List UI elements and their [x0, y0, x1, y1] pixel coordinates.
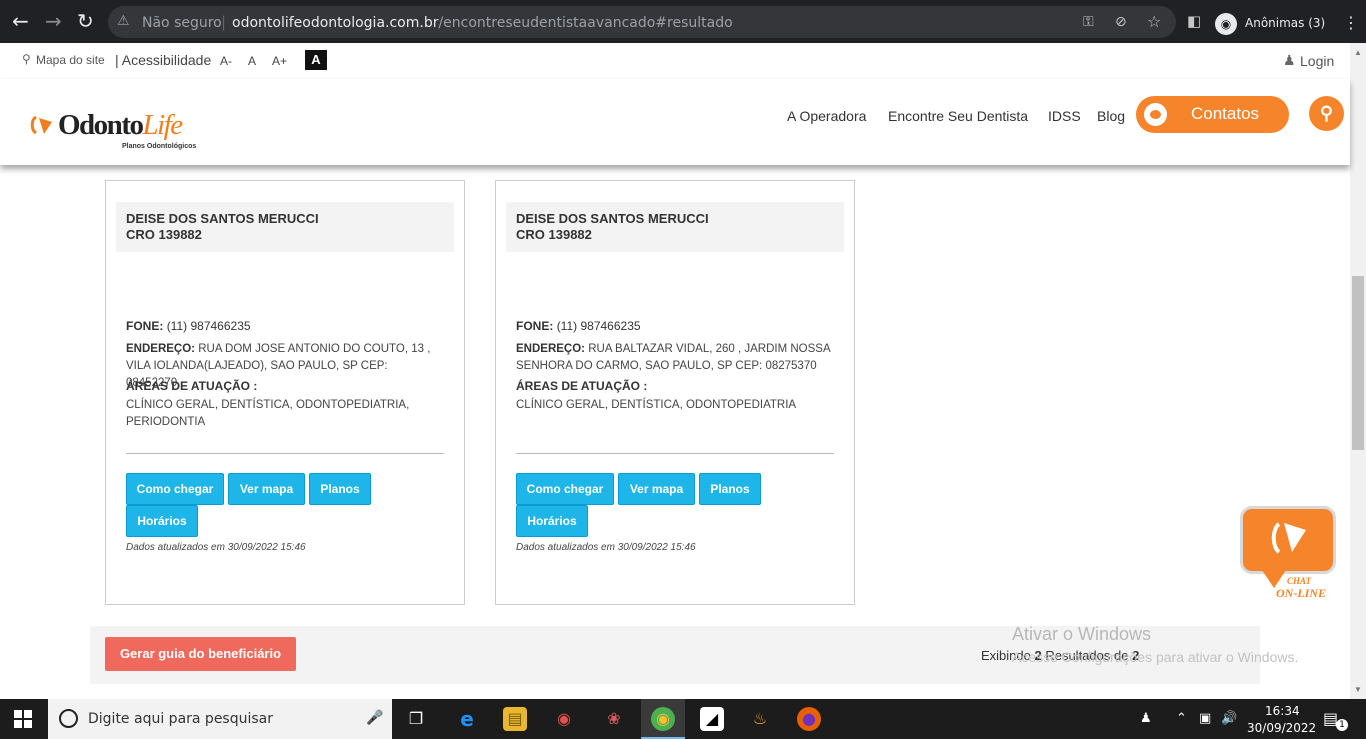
- como-chegar-button[interactable]: Como chegar: [516, 473, 614, 505]
- sitemap-link[interactable]: Mapa do site: [36, 53, 105, 67]
- areas-title: ÁREAS DE ATUAÇÃO :: [126, 379, 258, 393]
- logo-tagline: Planos Odontológicos: [122, 143, 197, 150]
- dentist-name: DEISE DOS SANTOS MERUCCI: [516, 211, 709, 226]
- contatos-label: Contatos: [1191, 104, 1260, 123]
- dentist-cro: CRO 139882: [126, 227, 202, 242]
- chrome-icon[interactable]: ◉: [651, 707, 675, 731]
- edge-icon[interactable]: e: [455, 707, 479, 731]
- font-decrease-button[interactable]: A-: [220, 54, 232, 68]
- nav-a-operadora[interactable]: A Operadora: [787, 108, 866, 124]
- url-text[interactable]: odontolifeodontologia.com.br/encontreseu…: [232, 15, 733, 31]
- odontolife-logo-icon: [30, 115, 52, 135]
- contrast-button[interactable]: A: [305, 50, 327, 70]
- profile-label[interactable]: Anônimas (3): [1245, 16, 1325, 30]
- kebab-menu-icon[interactable]: ⋮: [1343, 13, 1359, 32]
- chat-online-widget[interactable]: CHAT ON-LINE: [1240, 506, 1336, 602]
- gerar-guia-button[interactable]: Gerar guia do beneficiário: [105, 637, 296, 671]
- cortana-icon: [59, 709, 78, 728]
- nav-encontre-seu-dentista[interactable]: Encontre Seu Dentista: [888, 108, 1028, 124]
- security-label[interactable]: Não seguro: [142, 15, 222, 31]
- notification-count: 1: [1336, 719, 1348, 731]
- dentist-phone: FONE: (11) 987466235: [126, 319, 251, 333]
- browser-toolbar: ← → ↻ ⚠ Não seguro | odontolifeodontolog…: [0, 0, 1366, 43]
- dentist-card: DEISE DOS SANTOS MERUCCI CRO 139882 FONE…: [495, 180, 855, 605]
- areas-title: ÁREAS DE ATUAÇÃO :: [516, 379, 648, 393]
- contatos-button[interactable]: Contatos: [1136, 96, 1289, 133]
- sidepanel-icon[interactable]: ◧: [1187, 12, 1201, 30]
- dentist-card: DEISE DOS SANTOS MERUCCI CRO 139882 FONE…: [105, 180, 465, 605]
- areas-list: CLÍNICO GERAL, DENTÍSTICA, ODONTOPEDIATR…: [126, 399, 410, 428]
- taskbar-search-box[interactable]: Digite aqui para pesquisar 🎤: [48, 699, 392, 739]
- nav-idss[interactable]: IDSS: [1048, 108, 1081, 124]
- updated-timestamp: Dados atualizados em 30/09/2022 15:46: [126, 542, 306, 553]
- star-icon[interactable]: ☆: [1147, 12, 1161, 31]
- ver-mapa-button[interactable]: Ver mapa: [228, 473, 305, 505]
- odontolife-logo[interactable]: OdontoLife Planos Odontológicos: [28, 109, 198, 155]
- dentist-phone: FONE: (11) 987466235: [516, 319, 641, 333]
- flame-app-icon[interactable]: ♨: [748, 707, 772, 731]
- planos-button[interactable]: Planos: [699, 473, 761, 505]
- back-arrow-icon[interactable]: ←: [12, 9, 29, 33]
- windows-activation-subtitle: Acesse Configurações para ativar o Windo…: [1012, 649, 1299, 665]
- divider: [516, 453, 834, 454]
- paint-icon[interactable]: ❀: [602, 707, 626, 731]
- dentist-address: ENDEREÇO: RUA BALTAZAR VIDAL, 260 , JARD…: [516, 343, 831, 372]
- page-scrollbar[interactable]: ▲ ▼: [1350, 43, 1366, 699]
- nav-blog[interactable]: Blog: [1097, 108, 1125, 124]
- logo-wordmark: OdontoLife: [58, 109, 183, 141]
- headset-icon: [1144, 103, 1167, 126]
- dentist-name: DEISE DOS SANTOS MERUCCI: [126, 211, 319, 226]
- search-icon: ⚲: [1319, 103, 1334, 123]
- eye-off-icon[interactable]: ⊘: [1115, 14, 1127, 30]
- site-header: OdontoLife Planos Odontológicos A Operad…: [0, 79, 1350, 165]
- windows-start-icon[interactable]: [14, 710, 32, 728]
- tray-chevron-icon[interactable]: ⌃: [1176, 711, 1187, 726]
- divider: [126, 453, 444, 454]
- file-explorer-icon[interactable]: ▤: [503, 707, 527, 731]
- chat-logo-icon: [1271, 522, 1306, 554]
- separator: |: [221, 13, 227, 31]
- windows-activation-title: Ativar o Windows: [1012, 624, 1152, 644]
- dentist-card-header: DEISE DOS SANTOS MERUCCI CRO 139882: [116, 202, 454, 252]
- scrollbar-thumb[interactable]: [1352, 276, 1364, 450]
- search-button[interactable]: ⚲: [1309, 96, 1344, 131]
- forward-arrow-icon[interactable]: →: [45, 9, 62, 33]
- font-increase-button[interactable]: A+: [272, 54, 287, 68]
- clock-date[interactable]: 30/09/2022: [1247, 721, 1316, 735]
- como-chegar-button[interactable]: Como chegar: [126, 473, 224, 505]
- dentist-cro: CRO 139882: [516, 227, 592, 242]
- ver-mapa-button[interactable]: Ver mapa: [618, 473, 695, 505]
- key-icon[interactable]: ⚿: [1083, 14, 1094, 30]
- login-link[interactable]: Login: [1300, 53, 1334, 69]
- chat-label: CHAT: [1287, 576, 1312, 586]
- map-pin-icon: ⚲: [22, 52, 31, 66]
- horarios-button[interactable]: Horários: [516, 505, 588, 537]
- accessibility-label: | Acessibilidade: [115, 52, 212, 68]
- app-globe-icon[interactable]: ◉: [552, 707, 576, 731]
- network-icon[interactable]: ▣: [1199, 711, 1211, 726]
- user-icon[interactable]: ♟: [1283, 52, 1296, 69]
- taskbar-search-placeholder: Digite aqui para pesquisar: [88, 711, 274, 727]
- clock-time[interactable]: 16:34: [1265, 704, 1300, 718]
- font-normal-button[interactable]: A: [248, 54, 256, 68]
- dentist-card-header: DEISE DOS SANTOS MERUCCI CRO 139882: [506, 202, 844, 252]
- sticky-notes-icon[interactable]: ◢: [700, 707, 724, 731]
- top-accessibility-bar: ⚲ Mapa do site | Acessibilidade A- A A+ …: [0, 43, 1366, 79]
- incognito-icon[interactable]: ◉: [1215, 13, 1237, 35]
- people-icon[interactable]: ♟: [1140, 711, 1152, 726]
- horarios-button[interactable]: Horários: [126, 505, 198, 537]
- firefox-icon[interactable]: ●: [797, 707, 821, 731]
- scroll-down-arrow-icon[interactable]: ▼: [1354, 685, 1362, 694]
- task-view-icon[interactable]: ❐: [404, 707, 428, 731]
- planos-button[interactable]: Planos: [309, 473, 371, 505]
- reload-icon[interactable]: ↻: [77, 9, 94, 33]
- updated-timestamp: Dados atualizados em 30/09/2022 15:46: [516, 542, 696, 553]
- online-label: ON-LINE: [1276, 586, 1326, 600]
- volume-icon[interactable]: 🔊: [1221, 711, 1237, 726]
- microphone-icon[interactable]: 🎤: [366, 710, 383, 726]
- windows-taskbar: Digite aqui para pesquisar 🎤 ❐ e ▤ ◉ ❀ ◉…: [0, 699, 1366, 739]
- scroll-up-arrow-icon[interactable]: ▲: [1354, 48, 1362, 57]
- areas-list: CLÍNICO GERAL, DENTÍSTICA, ODONTOPEDIATR…: [516, 399, 797, 411]
- warning-icon[interactable]: ⚠: [117, 13, 130, 29]
